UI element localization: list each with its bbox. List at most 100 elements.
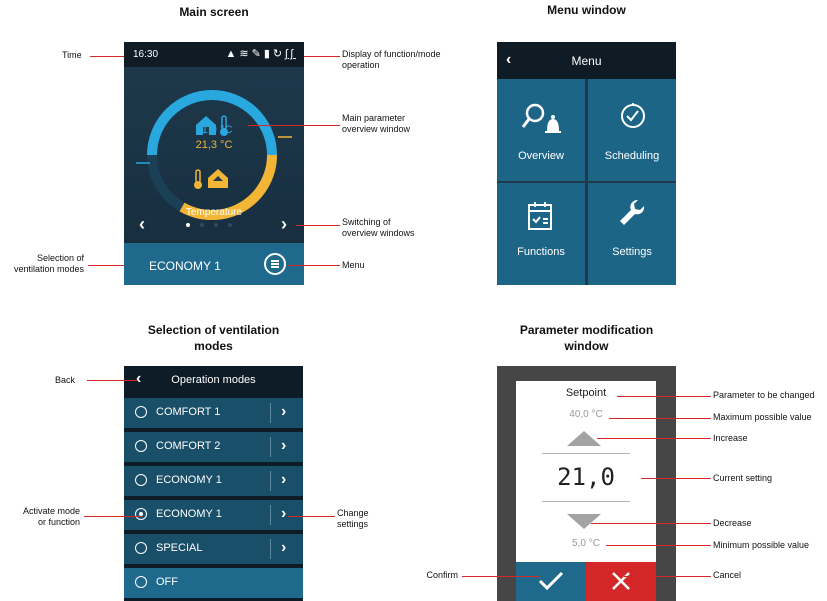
carousel-dot[interactable] xyxy=(186,223,190,227)
ann-line xyxy=(462,576,540,577)
modes-title: Operation modes xyxy=(171,374,256,386)
ann-line xyxy=(90,56,124,57)
ann-selection-line-2: ventilation modes xyxy=(13,264,84,274)
ann-param-changed: Parameter to be changed xyxy=(713,390,815,400)
ann-confirm: Confirm xyxy=(426,570,458,580)
ann-line xyxy=(606,545,711,546)
ann-selection: Selection of ventilation modes xyxy=(10,253,84,275)
chevron-right-icon[interactable]: › xyxy=(281,505,286,523)
menu-tile-label: Overview xyxy=(518,150,564,162)
mode-label: SPECIAL xyxy=(156,542,203,554)
heater-icon[interactable]: ≋ xyxy=(239,48,251,60)
mode-row-selected[interactable]: ECONOMY 1 › xyxy=(124,500,303,530)
current-mode-label[interactable]: ECONOMY 1 xyxy=(149,259,221,273)
menu-tile-settings[interactable]: Settings xyxy=(588,183,676,285)
param-section-title: Parameter modification window xyxy=(487,322,686,354)
ann-decrease: Decrease xyxy=(713,518,752,528)
ann-line xyxy=(617,396,711,397)
mode-row[interactable]: COMFORT 2 › xyxy=(124,432,303,462)
ann-line xyxy=(287,265,340,266)
mode-label: COMFORT 2 xyxy=(156,440,221,452)
ann-line xyxy=(597,438,711,439)
ann-line xyxy=(304,56,340,57)
mode-row[interactable]: SPECIAL › xyxy=(124,534,303,564)
overview-icon xyxy=(521,103,561,133)
menu-tile-scheduling[interactable]: Scheduling xyxy=(588,79,676,181)
divider xyxy=(270,539,271,559)
carousel-dot[interactable] xyxy=(214,223,218,227)
menu-tile-label: Settings xyxy=(612,246,652,258)
ventilation-mode-bar[interactable]: ECONOMY 1 xyxy=(124,243,304,285)
menu-line xyxy=(271,260,279,262)
ann-line xyxy=(87,380,137,381)
menu-header: ‹ Menu xyxy=(497,42,676,79)
ann-cancel: Cancel xyxy=(713,570,742,580)
chevron-right-icon[interactable]: › xyxy=(281,539,286,557)
ann-menu: Menu xyxy=(342,260,365,270)
current-value: 21,0 xyxy=(542,453,630,502)
radio-button-selected[interactable] xyxy=(135,508,147,520)
main-screen: 16:30 ▲≋✎▮↻ʃʃ 21,9 °C 21,3 °C ‹ › Temper… xyxy=(124,42,304,285)
radio-button[interactable] xyxy=(135,440,147,452)
divider xyxy=(270,403,271,423)
radio-button[interactable] xyxy=(135,406,147,418)
increase-arrow-icon[interactable] xyxy=(567,431,601,446)
mode-row[interactable]: OFF xyxy=(124,568,303,598)
heating-icon[interactable]: ʃʃ xyxy=(285,48,296,60)
menu-title: Menu xyxy=(571,54,602,68)
carousel-dot[interactable] xyxy=(228,223,232,227)
carousel-dots xyxy=(186,223,232,227)
radio-button[interactable] xyxy=(135,542,147,554)
chevron-right-icon[interactable]: › xyxy=(281,403,286,421)
close-icon xyxy=(612,572,630,590)
filter-icon[interactable]: ▮ xyxy=(264,48,273,60)
recirculation-icon[interactable]: ↻ xyxy=(273,48,285,60)
temperature-ring xyxy=(136,90,292,221)
ann-overview-line-1: Main parameter xyxy=(342,113,406,123)
menu-tile-functions[interactable]: Functions xyxy=(497,183,585,285)
param-card: Setpoint 40,0 °C 21,0 5,0 °C xyxy=(516,381,656,601)
cancel-button[interactable] xyxy=(586,562,656,601)
menu-window-title: Menu window xyxy=(547,3,626,17)
ann-activate-line-2: or function xyxy=(37,517,80,527)
menu-tile-label: Functions xyxy=(517,246,565,258)
mode-row[interactable]: ECONOMY 1 › xyxy=(124,466,303,496)
mode-label: COMFORT 1 xyxy=(156,406,221,418)
wrench-icon xyxy=(620,200,645,225)
ann-time: Time xyxy=(62,50,82,60)
mode-label: ECONOMY 1 xyxy=(156,474,222,486)
checkmark-icon xyxy=(538,571,564,591)
decrease-arrow-icon[interactable] xyxy=(567,514,601,529)
ann-change: Change settings xyxy=(337,508,369,530)
param-min-value: 5,0 °C xyxy=(572,538,600,549)
radio-button[interactable] xyxy=(135,474,147,486)
time-display: 16:30 xyxy=(133,49,159,60)
param-title-line-1: Parameter modification xyxy=(519,323,654,337)
ann-change-line-2: settings xyxy=(337,519,369,529)
ann-max-value: Maximum possible value xyxy=(713,412,812,422)
ann-back: Back xyxy=(55,375,76,385)
menu-tile-overview[interactable]: Overview xyxy=(497,79,585,181)
warning-icon[interactable]: ▲ xyxy=(226,48,240,60)
fan-icon[interactable]: ✎ xyxy=(252,48,264,60)
ann-display-mode: Display of function/mode operation xyxy=(342,49,441,71)
menu-tile-label: Scheduling xyxy=(604,150,660,162)
confirm-button[interactable] xyxy=(516,562,586,601)
chevron-right-icon[interactable]: › xyxy=(281,471,286,489)
ann-increase: Increase xyxy=(713,433,748,443)
carousel-dot[interactable] xyxy=(200,223,204,227)
outdoor-thermometer-icon xyxy=(194,169,202,189)
ann-current: Current setting xyxy=(713,473,773,483)
ann-line xyxy=(624,576,711,577)
menu-button[interactable] xyxy=(264,253,286,275)
mode-row[interactable]: COMFORT 1 › xyxy=(124,398,303,428)
ann-display-line-1: Display of function/mode xyxy=(342,49,441,59)
chevron-right-icon[interactable]: › xyxy=(281,437,286,455)
ann-line xyxy=(641,478,711,479)
param-name: Setpoint xyxy=(565,387,607,399)
radio-button[interactable] xyxy=(135,576,147,588)
ann-change-line-1: Change xyxy=(337,508,369,518)
status-icons: ▲≋✎▮↻ʃʃ xyxy=(226,47,297,60)
mode-label: ECONOMY 1 xyxy=(156,508,222,520)
carousel-label: Temperature xyxy=(185,207,243,218)
